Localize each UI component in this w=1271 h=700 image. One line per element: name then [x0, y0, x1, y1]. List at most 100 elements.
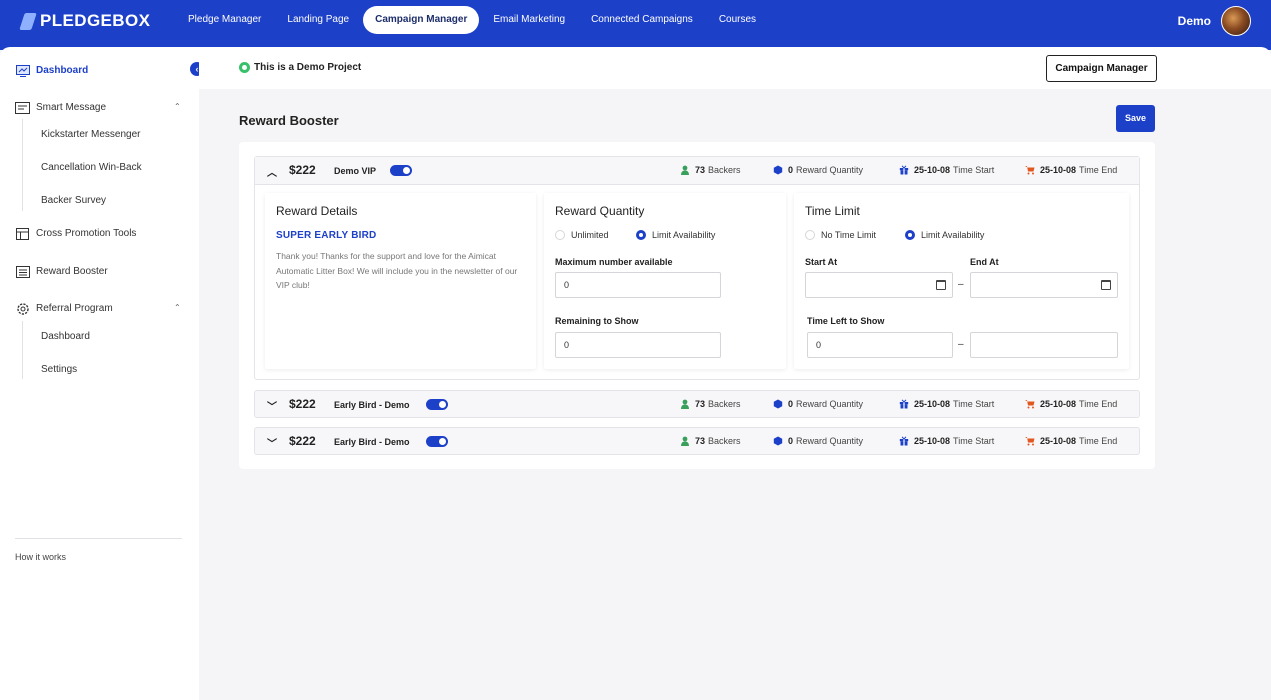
end-at-input[interactable] — [970, 272, 1118, 298]
chevron-up-icon[interactable]: ⌃ — [174, 102, 181, 111]
backers-stat: 73 Backers — [680, 165, 741, 175]
sidebar-item-backer-survey[interactable]: Backer Survey — [41, 195, 106, 206]
box-icon — [773, 436, 783, 446]
sidebar: Dashboard ‹ Smart Message ⌃ Kickstarter … — [0, 47, 204, 700]
list-icon — [15, 265, 30, 278]
nav-pledge-manager[interactable]: Pledge Manager — [176, 6, 273, 34]
sidebar-item-label: Smart Message — [36, 102, 107, 113]
divider — [15, 538, 182, 539]
page-title: Reward Booster — [239, 113, 339, 128]
radio-no-time-limit[interactable]: No Time Limit — [805, 230, 876, 240]
avatar[interactable] — [1221, 6, 1251, 36]
reward-enabled-toggle[interactable] — [390, 165, 412, 176]
sidebar-item-label: Cross Promotion Tools — [36, 228, 137, 239]
time-start-stat: 25-10-08 Time Start — [899, 436, 994, 446]
reward-name: Early Bird - Demo — [334, 437, 410, 447]
reward-details-title: Reward Details — [276, 204, 358, 218]
main-nav: Pledge Manager Landing Page Campaign Man… — [176, 6, 770, 34]
radio-checked-icon — [905, 230, 915, 240]
backers-stat: 73 Backers — [680, 436, 741, 446]
max-available-label: Maximum number available — [555, 257, 673, 267]
how-it-works-link[interactable]: How it works — [15, 552, 66, 562]
submenu-line — [22, 321, 23, 379]
time-end-stat: 25-10-08 Time End — [1025, 165, 1117, 175]
max-available-input[interactable]: 0 — [555, 272, 721, 298]
time-end-stat: 25-10-08 Time End — [1025, 399, 1117, 409]
user-icon — [681, 399, 689, 409]
logo[interactable]: PLEDGEBOX — [19, 11, 150, 31]
chevron-down-icon[interactable]: ﹀ — [267, 398, 277, 413]
reward-price: $222 — [289, 434, 316, 448]
time-end-stat: 25-10-08 Time End — [1025, 436, 1117, 446]
cart-icon — [1025, 400, 1035, 409]
start-at-input[interactable] — [805, 272, 953, 298]
reward-row[interactable]: ﹀ $222 Early Bird - Demo 73 Backers 0 Rewa… — [254, 427, 1140, 455]
reward-price: $222 — [289, 397, 316, 411]
user-name: Demo — [1177, 14, 1211, 28]
sidebar-item-smart-message[interactable]: Smart Message — [15, 101, 106, 114]
radio-checked-icon — [636, 230, 646, 240]
sidebar-item-kickstarter-messenger[interactable]: Kickstarter Messenger — [41, 129, 140, 140]
time-limit-title: Time Limit — [805, 204, 860, 218]
reward-description: Thank you! Thanks for the support and lo… — [276, 251, 518, 290]
box-icon — [773, 165, 783, 175]
logo-icon — [19, 12, 37, 30]
reward-enabled-toggle[interactable] — [426, 436, 448, 447]
submenu-line — [22, 119, 23, 211]
radio-time-limit-availability[interactable]: Limit Availability — [905, 230, 984, 240]
save-button[interactable]: Save — [1116, 105, 1155, 132]
chevron-up-icon[interactable]: ︿ — [267, 164, 277, 179]
nav-campaign-manager[interactable]: Campaign Manager — [363, 6, 480, 34]
sidebar-item-label: Referral Program — [36, 303, 113, 314]
calendar-icon[interactable] — [936, 280, 946, 290]
gear-icon — [15, 302, 30, 315]
user-icon — [681, 165, 689, 175]
quantity-stat: 0 Reward Quantity — [773, 165, 863, 175]
time-start-stat: 25-10-08 Time Start — [899, 399, 994, 409]
sidebar-item-referral-program[interactable]: Referral Program — [15, 302, 113, 315]
chevron-down-icon[interactable]: ﹀ — [267, 435, 277, 450]
nav-courses[interactable]: Courses — [707, 6, 768, 34]
sidebar-item-cross-promotion[interactable]: Cross Promotion Tools — [15, 227, 136, 240]
user-menu[interactable]: Demo — [1178, 6, 1251, 36]
time-left-input[interactable]: 0 — [807, 332, 953, 358]
range-separator: – — [958, 279, 964, 290]
range-separator: – — [958, 339, 964, 350]
sidebar-item-reward-booster[interactable]: Reward Booster — [15, 265, 108, 278]
remaining-input[interactable]: 0 — [555, 332, 721, 358]
sidebar-item-referral-dashboard[interactable]: Dashboard — [41, 331, 90, 342]
reward-name: Demo VIP — [334, 166, 377, 176]
radio-limit-availability[interactable]: Limit Availability — [636, 230, 715, 240]
sidebar-item-dashboard[interactable]: Dashboard — [15, 64, 88, 77]
time-left-label: Time Left to Show — [807, 316, 885, 326]
nav-email-marketing[interactable]: Email Marketing — [481, 6, 577, 34]
quantity-stat: 0 Reward Quantity — [773, 436, 863, 446]
demo-project-label: This is a Demo Project — [254, 62, 362, 73]
sidebar-item-label: Dashboard — [36, 65, 89, 76]
dashboard-icon — [15, 64, 30, 77]
reward-enabled-toggle[interactable] — [426, 399, 448, 410]
reward-name: Early Bird - Demo — [334, 400, 410, 410]
sidebar-item-cancellation-winback[interactable]: Cancellation Win-Back — [41, 162, 142, 173]
gift-icon — [899, 399, 909, 409]
top-navbar: PLEDGEBOX Pledge Manager Landing Page Ca… — [0, 0, 1271, 50]
reward-row[interactable]: ﹀ $222 Early Bird - Demo 73 Backers 0 Rewa… — [254, 390, 1140, 418]
radio-icon — [805, 230, 815, 240]
calendar-icon[interactable] — [1101, 280, 1111, 290]
time-start-stat: 25-10-08 Time Start — [899, 165, 994, 175]
sidebar-item-referral-settings[interactable]: Settings — [41, 364, 77, 375]
status-icon — [239, 62, 250, 73]
reward-row[interactable]: ︿ $222 Demo VIP 73 Backers 0 Reward Quanti… — [255, 157, 1139, 185]
start-at-label: Start At — [805, 257, 838, 267]
reward-quantity-title: Reward Quantity — [555, 204, 645, 218]
chevron-up-icon[interactable]: ⌃ — [174, 303, 181, 312]
nav-connected-campaigns[interactable]: Connected Campaigns — [579, 6, 705, 34]
message-icon — [15, 101, 30, 114]
campaign-manager-button[interactable]: Campaign Manager — [1046, 55, 1157, 82]
time-left-unit-input[interactable] — [970, 332, 1118, 358]
nav-landing-page[interactable]: Landing Page — [275, 6, 361, 34]
cart-icon — [1025, 437, 1035, 446]
reward-price: $222 — [289, 163, 316, 177]
gift-icon — [899, 165, 909, 175]
radio-unlimited[interactable]: Unlimited — [555, 230, 609, 240]
